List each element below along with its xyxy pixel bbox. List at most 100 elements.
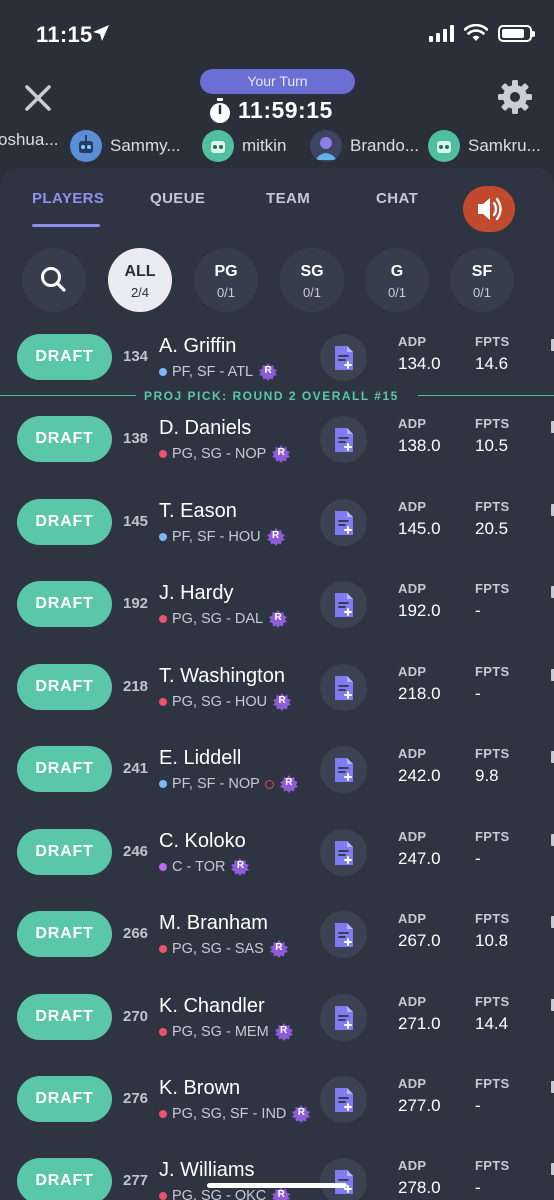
fpts-label: FPTS: [475, 499, 510, 514]
player-row[interactable]: DRAFT 266 M. Branham PG, SG - SAS R ADP 267.0 F…: [0, 911, 554, 971]
filter-sf[interactable]: SF 0/1: [450, 248, 514, 312]
drafter-item[interactable]: oshua...: [0, 130, 59, 150]
filter-count: 0/1: [302, 285, 322, 300]
drafter-name: Samkru...: [468, 136, 541, 155]
player-name[interactable]: T. Eason: [159, 500, 237, 523]
draft-button[interactable]: DRAFT: [17, 581, 112, 627]
add-to-queue-button[interactable]: [320, 911, 367, 958]
add-to-queue-button[interactable]: [320, 416, 367, 463]
gear-icon[interactable]: [496, 78, 534, 116]
sound-toggle-button[interactable]: [463, 186, 515, 232]
filter-all[interactable]: ALL 2/4: [108, 248, 172, 312]
fpts-label: FPTS: [475, 746, 510, 761]
player-row[interactable]: DRAFT 138 D. Daniels PG, SG - NOP R ADP 138.0 F…: [0, 416, 554, 476]
add-to-queue-button[interactable]: [320, 664, 367, 711]
position-filters: ALL 2/4 PG 0/1 SG 0/1 G 0/1 SF 0/1: [0, 248, 554, 314]
tab-chat[interactable]: CHAT: [376, 190, 418, 207]
add-to-queue-button[interactable]: [320, 581, 367, 628]
filter-g[interactable]: G 0/1: [365, 248, 429, 312]
tab-queue[interactable]: QUEUE: [150, 190, 205, 207]
close-icon[interactable]: [22, 82, 54, 114]
player-name[interactable]: K. Chandler: [159, 995, 265, 1018]
status-time: 11:15: [36, 22, 93, 47]
player-name[interactable]: E. Liddell: [159, 747, 241, 770]
adp-value: 278.0: [398, 1178, 441, 1197]
player-row[interactable]: DRAFT 246 C. Koloko C - TOR R ADP 247.0 FPTS -: [0, 829, 554, 889]
player-name[interactable]: A. Griffin: [159, 335, 236, 358]
drafter-name: oshua...: [0, 130, 59, 149]
home-indicator[interactable]: [207, 1183, 347, 1188]
draft-button[interactable]: DRAFT: [17, 416, 112, 462]
filter-label: PG: [214, 263, 238, 280]
filter-count: 0/1: [216, 285, 236, 300]
player-row[interactable]: DRAFT 276 K. Brown PG, SG, SF - IND R ADP 277.…: [0, 1076, 554, 1136]
add-to-queue-button[interactable]: [320, 499, 367, 546]
position-dot: [159, 863, 167, 871]
filter-sg[interactable]: SG 0/1: [280, 248, 344, 312]
adp-label: ADP: [398, 911, 427, 926]
draft-button[interactable]: DRAFT: [17, 664, 112, 710]
filter-pg[interactable]: PG 0/1: [194, 248, 258, 312]
drafter-item[interactable]: mitkin: [202, 130, 286, 162]
add-to-queue-button[interactable]: [320, 829, 367, 876]
player-name[interactable]: C. Koloko: [159, 830, 246, 853]
draft-button[interactable]: DRAFT: [17, 499, 112, 545]
player-name[interactable]: M. Branham: [159, 912, 268, 935]
drafter-item[interactable]: Samkru...: [428, 130, 541, 162]
player-row[interactable]: DRAFT 241 E. Liddell PF, SF - NOP R ADP 242.0 F…: [0, 746, 554, 806]
active-tab-indicator: [32, 224, 100, 227]
wifi-icon: [464, 24, 488, 41]
draft-button[interactable]: DRAFT: [17, 911, 112, 957]
fpts-value: -: [475, 601, 481, 620]
adp-stat: ADP 218.0: [398, 664, 441, 704]
adp-value: 218.0: [398, 684, 441, 703]
search-button[interactable]: [22, 248, 86, 312]
draft-button[interactable]: DRAFT: [17, 1076, 112, 1122]
rookie-badge-icon: R: [269, 610, 288, 628]
player-rank: 246: [123, 843, 149, 860]
player-row[interactable]: DRAFT 192 J. Hardy PG, SG - DAL R ADP 192.0 FPT…: [0, 581, 554, 641]
adp-value: 242.0: [398, 766, 441, 785]
add-to-queue-button[interactable]: [320, 1076, 367, 1123]
fpts-stat: FPTS 14.4: [475, 994, 509, 1034]
draft-button[interactable]: DRAFT: [17, 829, 112, 875]
rookie-badge-icon: R: [259, 363, 278, 381]
fpts-label: FPTS: [475, 334, 510, 349]
drafter-item[interactable]: Brando...: [310, 130, 419, 162]
draft-button[interactable]: DRAFT: [17, 1158, 112, 1200]
injury-status-icon: [264, 779, 274, 789]
player-info: PG, SG - MEM R: [159, 1023, 293, 1041]
add-to-queue-button[interactable]: [320, 334, 367, 381]
draft-button[interactable]: DRAFT: [17, 994, 112, 1040]
player-info: PG, SG, SF - IND R: [159, 1105, 311, 1123]
tab-team[interactable]: TEAM: [266, 190, 310, 207]
player-position-team: PG, SG - OKC: [172, 1188, 267, 1200]
player-row[interactable]: DRAFT 218 T. Washington PG, SG - HOU R ADP 218…: [0, 664, 554, 724]
drafter-item[interactable]: Sammy...: [70, 130, 181, 162]
drafter-carousel[interactable]: oshua... Sammy... mitkin Brando... Samkr…: [0, 130, 554, 164]
player-row[interactable]: DRAFT 277 J. Williams PG, SG - OKC R ADP 278.0…: [0, 1158, 554, 1200]
draft-button[interactable]: DRAFT: [17, 746, 112, 792]
adp-label: ADP: [398, 581, 427, 596]
player-row[interactable]: DRAFT 134 A. Griffin PF, SF - ATL R ADP 134.0 F…: [0, 334, 554, 394]
player-row[interactable]: DRAFT 145 T. Eason PF, SF - HOU R ADP 145.0 FPT…: [0, 499, 554, 559]
player-name[interactable]: T. Washington: [159, 665, 285, 688]
player-name[interactable]: J. Hardy: [159, 582, 233, 605]
player-name[interactable]: D. Daniels: [159, 417, 251, 440]
player-row[interactable]: DRAFT 270 K. Chandler PG, SG - MEM R ADP 271.0…: [0, 994, 554, 1054]
fpts-stat: FPTS -: [475, 581, 509, 621]
search-icon: [41, 267, 66, 292]
player-rank: 241: [123, 760, 149, 777]
timer-text: 11:59:15: [238, 97, 333, 123]
add-to-queue-button[interactable]: [320, 1158, 367, 1200]
add-to-queue-button[interactable]: [320, 994, 367, 1041]
player-name[interactable]: J. Williams: [159, 1159, 255, 1182]
adp-label: ADP: [398, 1158, 427, 1173]
add-to-queue-button[interactable]: [320, 746, 367, 793]
draft-button[interactable]: DRAFT: [17, 334, 112, 380]
fpts-value: 10.8: [475, 931, 509, 950]
tab-players[interactable]: PLAYERS: [32, 190, 104, 207]
position-dot: [159, 698, 167, 706]
player-position-team: PG, SG - MEM: [172, 1024, 269, 1040]
player-name[interactable]: K. Brown: [159, 1077, 240, 1100]
